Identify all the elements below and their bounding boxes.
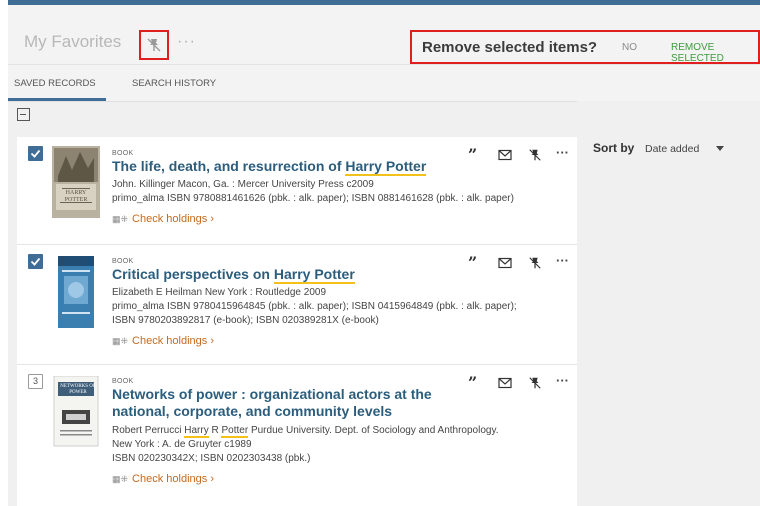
record-author-publisher: John. Killinger Macon, Ga. : Mercer Univ… — [112, 179, 374, 190]
title-text: The life, death, and resurrection of — [112, 158, 346, 174]
title-highlight: Harry Potter — [345, 158, 427, 176]
holdings-label: Check holdings — [132, 335, 208, 347]
unpin-icon[interactable] — [528, 256, 544, 272]
record-author-publisher: Elizabeth E Heilman New York : Routledge… — [112, 287, 327, 298]
record-type: BOOK — [112, 378, 134, 385]
title-text: Critical perspectives on — [112, 266, 274, 282]
holdings-icon: ▦⁜ — [112, 336, 129, 346]
record-number-checkbox[interactable]: 3 — [28, 374, 43, 389]
cover-title-text: HARRY POTTER — [64, 190, 88, 203]
quote-icon[interactable]: ” — [468, 255, 484, 272]
record-actions: ” ··· — [468, 254, 578, 272]
title-highlight: Harry Potter — [273, 266, 355, 284]
saved-records-list: HARRY POTTER BOOK The life, death, and r… — [17, 137, 577, 506]
author-highlight: Harry — [184, 425, 209, 438]
more-options-icon[interactable]: ··· — [177, 32, 196, 52]
holdings-icon: ▦⁜ — [112, 474, 129, 484]
record-actions: ” ··· — [468, 374, 578, 392]
record-checkbox[interactable] — [28, 146, 43, 161]
chevron-right-icon: › — [210, 473, 214, 485]
check-holdings-link[interactable]: ▦⁜ Check holdings › — [112, 335, 214, 347]
author-text: R — [208, 425, 222, 436]
sort-select[interactable]: Date added — [645, 143, 699, 155]
record-checkbox[interactable] — [28, 254, 43, 269]
caret-down-icon[interactable] — [716, 146, 724, 151]
record-card: HARRY POTTER BOOK The life, death, and r… — [17, 137, 577, 245]
chevron-right-icon: › — [210, 335, 214, 347]
record-author-publisher: Robert Perrucci Harry R Potter Purdue Un… — [112, 424, 547, 438]
author-text: Robert Perrucci — [112, 425, 185, 436]
record-identifiers: primo_alma ISBN 9780881461626 (pbk. : al… — [112, 193, 514, 204]
window-edge — [0, 0, 8, 506]
record-identifiers-cont: ISBN 9780203892817 (e-book); ISBN 020389… — [112, 315, 379, 326]
email-icon[interactable] — [498, 256, 514, 272]
sort-panel: Sort by Date added — [577, 101, 760, 506]
holdings-label: Check holdings — [132, 213, 208, 225]
author-text: Purdue University. Dept. of Sociology an… — [248, 425, 499, 436]
more-icon[interactable]: ··· — [556, 254, 572, 272]
cover-title-text: NETWORKS OF POWER — [60, 384, 96, 395]
chevron-right-icon: › — [210, 213, 214, 225]
more-icon[interactable]: ··· — [556, 374, 572, 392]
remove-selected-button[interactable]: REMOVE SELECTED — [671, 42, 758, 64]
unpin-icon[interactable] — [528, 148, 544, 164]
record-card: 3 NETWORKS OF POWER BOOK Networks of pow… — [17, 365, 577, 506]
unpin-icon[interactable] — [528, 376, 544, 392]
collapse-all-toggle[interactable] — [17, 108, 30, 121]
record-type: BOOK — [112, 150, 134, 157]
holdings-icon: ▦⁜ — [112, 214, 129, 224]
page-title: My Favorites — [24, 32, 122, 51]
book-cover-thumbnail — [52, 256, 100, 328]
tab-search-history[interactable]: SEARCH HISTORY — [132, 78, 216, 89]
record-identifiers: primo_alma ISBN 9780415964845 (pbk. : al… — [112, 301, 517, 312]
check-holdings-link[interactable]: ▦⁜ Check holdings › — [112, 213, 214, 225]
checkmark-icon — [30, 149, 41, 158]
favorites-app: My Favorites ··· Remove selected items? … — [8, 0, 760, 506]
unpin-selected-button[interactable] — [139, 30, 169, 60]
record-title[interactable]: Critical perspectives on Harry Potter — [112, 266, 452, 284]
sort-by-label: Sort by — [593, 141, 635, 155]
active-tab-indicator — [8, 98, 106, 101]
quote-icon[interactable]: ” — [468, 375, 484, 392]
more-icon[interactable]: ··· — [556, 146, 572, 164]
favorites-header: My Favorites ··· Remove selected items? … — [8, 5, 760, 65]
record-title[interactable]: Networks of power : organizational actor… — [112, 386, 442, 420]
remove-confirm-question: Remove selected items? — [422, 39, 598, 56]
record-card: BOOK Critical perspectives on Harry Pott… — [17, 245, 577, 365]
check-holdings-link[interactable]: ▦⁜ Check holdings › — [112, 473, 214, 485]
no-button[interactable]: NO — [622, 42, 637, 53]
record-identifiers: ISBN 020230342X; ISBN 0202303438 (pbk.) — [112, 453, 311, 464]
email-icon[interactable] — [498, 148, 514, 164]
book-cover-thumbnail: HARRY POTTER — [52, 146, 100, 218]
book-cover-thumbnail: NETWORKS OF POWER — [52, 375, 100, 448]
unpin-icon — [147, 38, 161, 52]
checkmark-icon — [30, 257, 41, 266]
record-type: BOOK — [112, 258, 134, 265]
author-highlight: Potter — [221, 425, 249, 438]
email-icon[interactable] — [498, 376, 514, 392]
holdings-label: Check holdings — [132, 473, 208, 485]
record-publisher: New York : A. de Gruyter c1989 — [112, 439, 252, 450]
remove-confirm-bar: Remove selected items? NO REMOVE SELECTE… — [410, 30, 760, 64]
record-actions: ” ··· — [468, 146, 578, 164]
record-title[interactable]: The life, death, and resurrection of Har… — [112, 158, 452, 176]
quote-icon[interactable]: ” — [468, 147, 484, 164]
tab-saved-records[interactable]: SAVED RECORDS — [14, 78, 96, 89]
favorites-tabs: SAVED RECORDS SEARCH HISTORY — [8, 65, 760, 102]
